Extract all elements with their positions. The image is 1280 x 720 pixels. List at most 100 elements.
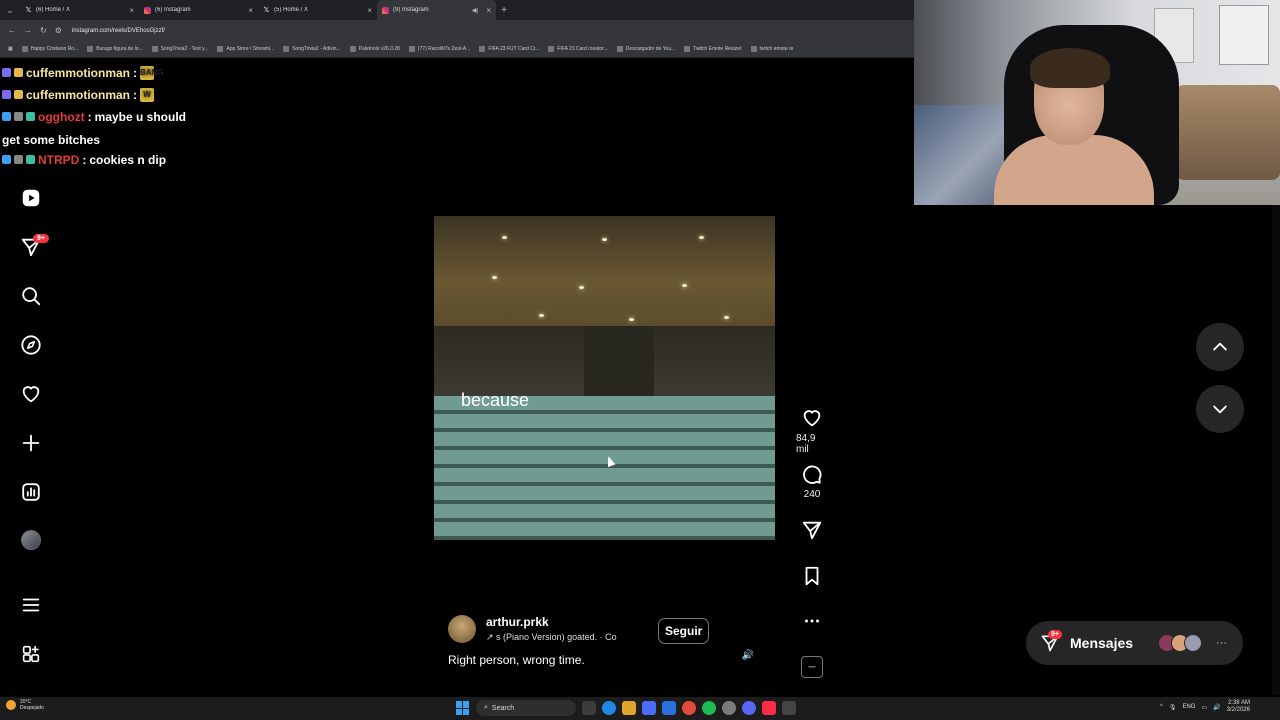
page-scrollbar[interactable] (1272, 205, 1280, 695)
sidebar-create[interactable] (19, 431, 43, 455)
bookmark-item[interactable]: Happy Cristiano Ro... (21, 46, 79, 52)
chat-emote: BANG (140, 66, 164, 80)
author-avatar[interactable] (448, 615, 476, 643)
reel-video[interactable]: because arthur.prkk ↗ s (Piano Version) … (434, 75, 775, 682)
bookmark-label: SongTrivia2 - Test y... (160, 46, 209, 52)
audio-thumbnail[interactable]: ─ (801, 656, 823, 678)
browser-tab-4-active[interactable]: (9) Instagram ◀) × (377, 0, 496, 20)
bookmark-icon (349, 46, 356, 52)
language-indicator[interactable]: ENG (1182, 704, 1195, 710)
plus-icon (22, 434, 40, 452)
browser-tab-bar: ⌄ 𝕏 (6) Home / X × (6) Instagram × 𝕏 (5)… (0, 0, 915, 20)
chat-username: ogghozt (38, 110, 85, 124)
chat-message: NTRPD : cookies n dip (2, 149, 222, 171)
app-icon[interactable] (782, 701, 796, 715)
sidebar-explore[interactable] (19, 333, 43, 357)
emote-badge-icon (14, 68, 23, 77)
mail-icon[interactable] (662, 701, 676, 715)
audio-track[interactable]: ↗ s (Piano Version) goated. · Co (486, 632, 646, 643)
file-explorer-icon[interactable] (622, 701, 636, 715)
x-logo-icon: 𝕏 (263, 6, 270, 14)
bookmark-label: Happy Cristiano Ro... (30, 46, 79, 52)
profile-avatar[interactable] (21, 530, 41, 550)
bookmark-item[interactable]: twitch emote re (750, 46, 794, 52)
bookmark-item[interactable]: Descargador de You... (616, 46, 675, 52)
bookmark-item[interactable]: FIFA 23 FUT Card Cr... (479, 46, 539, 52)
close-tab-icon[interactable]: × (486, 6, 491, 15)
new-tab-icon[interactable]: + (496, 5, 512, 16)
weather-text: 20°C Despejado (20, 699, 44, 711)
task-view-icon[interactable] (582, 701, 596, 715)
store-icon[interactable] (642, 701, 656, 715)
weather-widget[interactable]: 20°C Despejado (6, 699, 44, 711)
mod-badge-icon (14, 155, 23, 164)
sidebar-reels[interactable] (19, 186, 43, 210)
windows-start-icon[interactable] (456, 701, 470, 715)
sidebar-also-from-meta[interactable] (19, 642, 43, 666)
edge-icon[interactable] (602, 701, 616, 715)
menu-icon (22, 598, 40, 612)
previous-reel-button[interactable] (1196, 323, 1244, 371)
bookmark-item[interactable]: SongTrivia2 - Test y... (151, 46, 209, 52)
apps-icon[interactable]: ▦ (8, 46, 13, 52)
reload-icon[interactable]: ↻ (40, 26, 47, 35)
chevron-up-icon[interactable]: ^ (1160, 704, 1163, 710)
next-reel-button[interactable] (1196, 385, 1244, 433)
site-info-icon[interactable]: ⚙ (55, 26, 62, 35)
tab-title: (6) Home / X (36, 7, 71, 13)
avatar (1184, 634, 1203, 652)
bookmark-item[interactable]: App Store / Streami... (217, 46, 274, 52)
like-action[interactable]: 84,9 mil (796, 407, 828, 455)
volume-icon[interactable]: 🔊 (1213, 704, 1220, 711)
settings-icon[interactable] (722, 701, 736, 715)
messages-badge: 9+ (1048, 630, 1062, 639)
bookmark-icon (479, 46, 486, 52)
microphone-icon[interactable]: 🎙 (1169, 704, 1177, 711)
url-field[interactable]: instagram.com/reels/DVEhosGjzzf/ (72, 28, 165, 34)
stream-chat-overlay: cuffemmotionman : BANG cuffemmotionman :… (2, 62, 222, 171)
share-action[interactable] (796, 519, 828, 541)
bookmark-icon (87, 46, 94, 52)
clock-time: 2:38 AM (1227, 700, 1250, 706)
sidebar-search[interactable] (19, 284, 43, 308)
music-icon[interactable] (762, 701, 776, 715)
forward-icon[interactable]: → (24, 26, 32, 35)
search-label: Search (491, 704, 515, 712)
tab-search-icon[interactable]: ⌄ (0, 0, 20, 20)
author-username[interactable]: arthur.prkk (486, 615, 646, 629)
audio-playing-icon[interactable]: ◀) (472, 7, 479, 14)
spotify-icon[interactable] (702, 701, 716, 715)
volume-icon[interactable]: 🔊 (739, 647, 757, 665)
sidebar-notifications[interactable] (19, 382, 43, 406)
save-action[interactable] (796, 565, 828, 587)
subscriber-badge-icon (2, 68, 11, 77)
more-dots-icon[interactable]: ··· (1216, 637, 1227, 649)
address-bar: ← → ↻ ⚙ instagram.com/reels/DVEhosGjzzf/ (0, 20, 915, 41)
verified-badge-icon (2, 155, 11, 164)
bookmark-item[interactable]: Burago figura de lo... (87, 46, 143, 52)
bookmark-item[interactable]: FIFA 23 Card creator... (548, 46, 608, 52)
clock[interactable]: 2:38 AM 3/2/2026 (1227, 700, 1250, 714)
browser-tab-3[interactable]: 𝕏 (5) Home / X × (258, 0, 377, 20)
browser-tab-2[interactable]: (6) Instagram × (139, 0, 258, 20)
discord-icon[interactable] (742, 701, 756, 715)
comment-action[interactable]: 240 (796, 463, 828, 500)
back-icon[interactable]: ← (8, 26, 16, 35)
more-options[interactable] (796, 610, 828, 632)
browser-tab-1[interactable]: 𝕏 (6) Home / X × (20, 0, 139, 20)
sidebar-more[interactable] (19, 593, 43, 617)
bookmark-item[interactable]: Twitch Emote Resizer (684, 46, 742, 52)
chrome-icon[interactable] (682, 701, 696, 715)
bookmark-item[interactable]: (77) Racoli97s Zest-A... (408, 46, 470, 52)
bookmark-label: twitch emote re (759, 46, 794, 52)
bookmark-item[interactable]: SongTrivia2 - Adivin... (283, 46, 341, 52)
bookmark-item[interactable]: Paletools v26.0.28 (349, 46, 400, 52)
sidebar-dashboard[interactable] (19, 480, 43, 504)
network-icon[interactable]: ▭ (1201, 704, 1207, 711)
close-tab-icon[interactable]: × (367, 6, 372, 15)
close-tab-icon[interactable]: × (129, 6, 134, 15)
messages-pill[interactable]: 9+ Mensajes ··· (1026, 621, 1243, 665)
taskbar-search[interactable]: ⌕ Search (476, 700, 576, 716)
close-tab-icon[interactable]: × (248, 6, 253, 15)
follow-button[interactable]: Seguir (658, 618, 710, 644)
